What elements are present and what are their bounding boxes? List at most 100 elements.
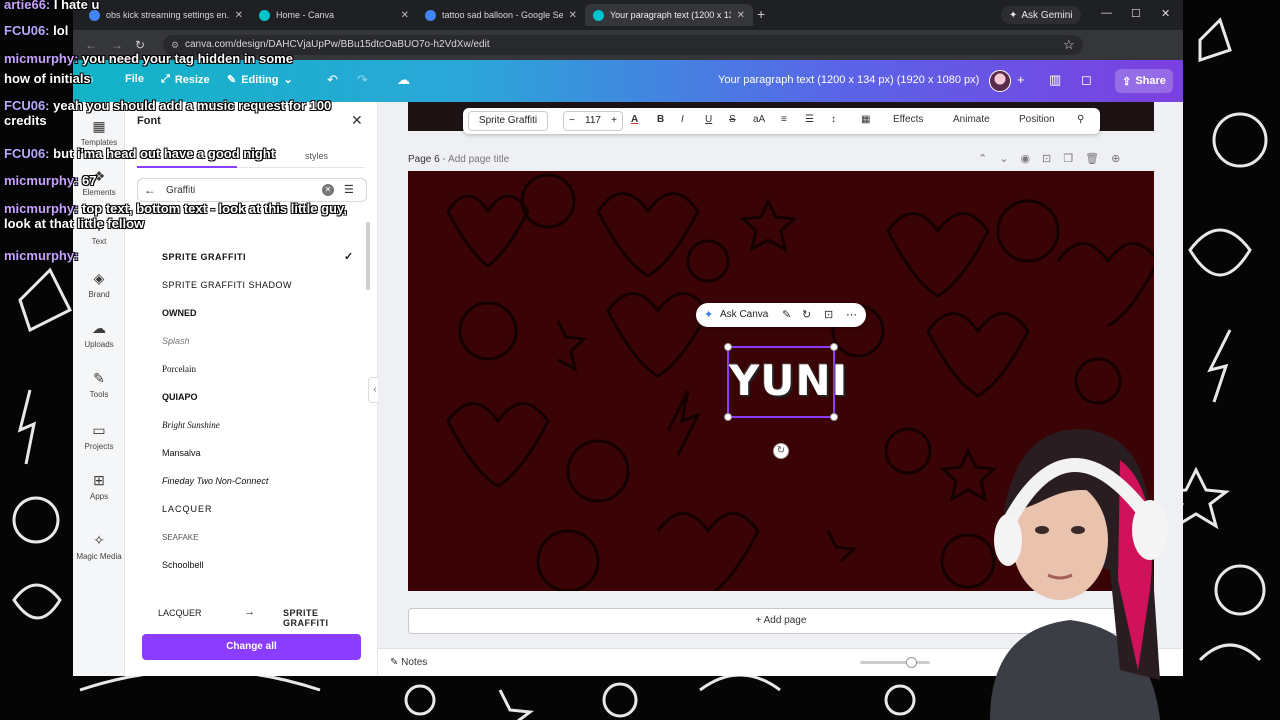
bold-icon[interactable]: B	[657, 114, 664, 125]
font-option[interactable]: Splash	[137, 330, 363, 352]
uploads-icon: ☁	[92, 320, 106, 336]
new-tab-icon[interactable]: +	[757, 6, 765, 22]
add-page-icon[interactable]: ⊕	[1111, 153, 1132, 165]
resize-handle[interactable]	[830, 343, 838, 351]
font-size-stepper[interactable]: − 117 +	[563, 111, 623, 131]
chevron-up-icon[interactable]: ⌃	[978, 153, 999, 165]
chat-message: micmurphy: top text, bottom text - look …	[4, 201, 347, 231]
ask-gemini-button[interactable]: ✦ Ask Gemini	[1001, 6, 1081, 24]
sparkle-icon: ✦	[1009, 9, 1018, 21]
close-window-icon[interactable]: ✕	[1161, 7, 1170, 20]
magic-edit-icon[interactable]: ✎	[782, 308, 791, 321]
arrow-right-icon: →	[244, 606, 255, 618]
resize-handle[interactable]	[830, 413, 838, 421]
maximize-icon[interactable]: ☐	[1131, 7, 1141, 20]
browser-tab[interactable]: tattoo sad balloon - Google Se... ✕	[417, 4, 585, 26]
strikethrough-icon[interactable]: S	[729, 114, 736, 125]
canva-icon	[593, 9, 604, 21]
sidebar-item-brand[interactable]: ◈ Brand	[73, 270, 125, 299]
more-icon[interactable]: ⋯	[846, 308, 857, 321]
document-title[interactable]: Your paragraph text (1200 x 134 px) (192…	[718, 74, 979, 86]
google-icon	[425, 9, 436, 21]
font-option[interactable]: Porcelain	[137, 358, 363, 380]
increase-size-icon[interactable]: +	[611, 112, 617, 130]
tools-icon: ✎	[93, 370, 105, 386]
rotate-handle-icon[interactable]: ↻	[773, 443, 789, 459]
minimize-icon[interactable]: —	[1101, 7, 1112, 19]
notes-icon: ✎	[390, 657, 399, 668]
selected-text-element[interactable]: YUNI	[724, 343, 847, 421]
chat-message: artie66: I hate u	[4, 0, 100, 12]
page-actions: ⌃⌄◉⊡❐🗑⊕	[978, 152, 1132, 165]
close-tab-icon[interactable]: ✕	[737, 10, 745, 21]
zoom-slider-knob[interactable]	[906, 657, 917, 668]
page-label: Page 6 - Add page title	[408, 154, 510, 165]
share-icon: ⇪	[1122, 75, 1132, 88]
effects-button[interactable]: Effects	[893, 114, 923, 125]
chat-message: FCU06: lol	[4, 23, 69, 38]
notes-button[interactable]: ✎ Notes	[390, 657, 427, 668]
hide-icon[interactable]: ◉	[1020, 153, 1042, 165]
sidebar-item-magic-media[interactable]: ✧ Magic Media	[73, 532, 125, 561]
browser-tab-active[interactable]: Your paragraph text (1200 x 13... ✕	[585, 4, 753, 26]
lock-icon[interactable]: ⊡	[824, 308, 833, 321]
zoom-slider[interactable]	[860, 657, 930, 668]
page-title-input[interactable]: - Add page title	[442, 154, 509, 165]
close-tab-icon[interactable]: ✕	[569, 10, 577, 21]
ask-canva-button[interactable]: Ask Canva	[720, 309, 768, 320]
projects-icon: ▭	[92, 422, 106, 438]
lock-icon[interactable]: ⊡	[1042, 153, 1063, 165]
font-option[interactable]: Schoolbell	[137, 554, 363, 576]
spacing-icon[interactable]: ↕	[831, 114, 836, 125]
duplicate-icon[interactable]: ❐	[1063, 153, 1085, 165]
font-option[interactable]: Bright Sunshine	[137, 414, 363, 436]
share-button[interactable]: ⇪ Share	[1115, 69, 1173, 93]
font-option[interactable]: OWNED	[137, 302, 363, 324]
bookmark-star-icon[interactable]: ☆	[1063, 37, 1075, 53]
align-icon[interactable]: ≡	[781, 114, 787, 125]
sidebar-item-uploads[interactable]: ☁ Uploads	[73, 320, 125, 349]
avatar[interactable]	[989, 70, 1011, 92]
ask-canva-icon: ✦	[704, 309, 714, 321]
font-option[interactable]: Mansalva	[137, 442, 363, 464]
chat-message: how of initials	[4, 71, 91, 86]
list-icon[interactable]: ☰	[805, 114, 814, 125]
copy-style-icon[interactable]: ⚲	[1077, 114, 1084, 125]
italic-icon[interactable]: I	[681, 114, 684, 125]
font-option[interactable]: SEAFAKE	[137, 526, 363, 548]
transparency-icon[interactable]: ▦	[861, 114, 870, 125]
canvas-text[interactable]: YUNI	[729, 356, 847, 405]
font-option[interactable]: LACQUER	[137, 498, 363, 520]
close-tab-icon[interactable]: ✕	[401, 10, 409, 21]
change-all-button[interactable]: Change all	[142, 634, 361, 660]
chat-message: micmurphy: 67	[4, 173, 97, 188]
chat-message: micmurphy:	[4, 248, 79, 263]
refresh-icon[interactable]: ↻	[802, 308, 811, 321]
chat-message: FCU06: yeah you should add a music reque…	[4, 98, 332, 128]
font-swap-preview: LACQUER → SPRITE GRAFFITI	[158, 606, 329, 628]
sidebar-item-tools[interactable]: ✎ Tools	[73, 370, 125, 399]
webcam-feed	[930, 400, 1210, 720]
underline-icon[interactable]: U	[705, 114, 712, 125]
font-family-dropdown[interactable]: Sprite Graffiti	[468, 111, 548, 131]
cloud-saved-icon[interactable]: ☁	[397, 72, 410, 88]
chat-message: micmurphy: you need your tag hidden in s…	[4, 51, 293, 66]
letter-case-icon[interactable]: aA	[753, 114, 765, 125]
text-color-icon[interactable]: A	[631, 114, 638, 125]
resize-handle[interactable]	[724, 413, 732, 421]
font-option[interactable]: Fineday Two Non-Connect	[137, 470, 363, 492]
font-option[interactable]: QUIAPO	[137, 386, 363, 408]
animate-button[interactable]: Animate	[953, 114, 990, 125]
add-collaborator-icon[interactable]: +	[1017, 72, 1025, 87]
resize-handle[interactable]	[724, 343, 732, 351]
delete-icon[interactable]: 🗑	[1085, 153, 1111, 165]
position-button[interactable]: Position	[1019, 114, 1055, 125]
sidebar-item-apps[interactable]: ⊞ Apps	[73, 472, 125, 501]
decrease-size-icon[interactable]: −	[569, 112, 575, 130]
insights-icon[interactable]: ▥	[1049, 72, 1061, 88]
apps-icon: ⊞	[93, 472, 105, 488]
sidebar-item-projects[interactable]: ▭ Projects	[73, 422, 125, 451]
chevron-down-icon[interactable]: ⌄	[999, 153, 1020, 165]
comments-icon[interactable]: ◻	[1081, 72, 1092, 88]
font-option[interactable]: SPRITE GRAFFITI SHADOW	[137, 274, 363, 296]
